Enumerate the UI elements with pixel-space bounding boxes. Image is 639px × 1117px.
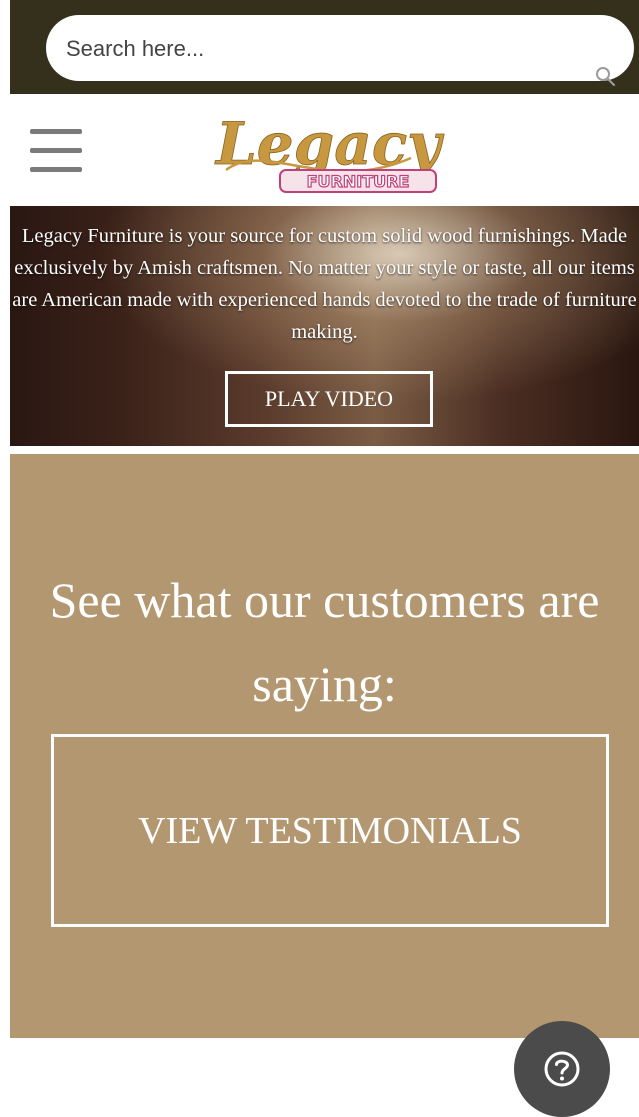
hero-description: Legacy Furniture is your source for cust… (12, 225, 637, 343)
hero-banner: Legacy Furniture is your source for cust… (10, 206, 639, 446)
hamburger-menu-icon[interactable] (30, 129, 82, 173)
site-header: Legacy FURNITURE (10, 94, 639, 206)
svg-text:FURNITURE: FURNITURE (307, 172, 410, 191)
question-mark-icon (544, 1051, 580, 1087)
search-input[interactable] (64, 15, 538, 83)
svg-text:Legacy: Legacy (214, 110, 445, 178)
legacy-furniture-logo[interactable]: Legacy FURNITURE (206, 100, 456, 200)
section-divider (10, 446, 639, 454)
testimonials-heading: See what our customers are saying: (49, 572, 600, 712)
search-bar (46, 15, 634, 87)
view-testimonials-button[interactable]: VIEW TESTIMONIALS (51, 734, 609, 927)
testimonials-section: See what our customers are saying: VIEW … (10, 454, 639, 1038)
help-button[interactable] (514, 1021, 610, 1117)
search-icon[interactable] (594, 65, 618, 89)
play-video-button[interactable]: PLAY VIDEO (225, 371, 433, 427)
